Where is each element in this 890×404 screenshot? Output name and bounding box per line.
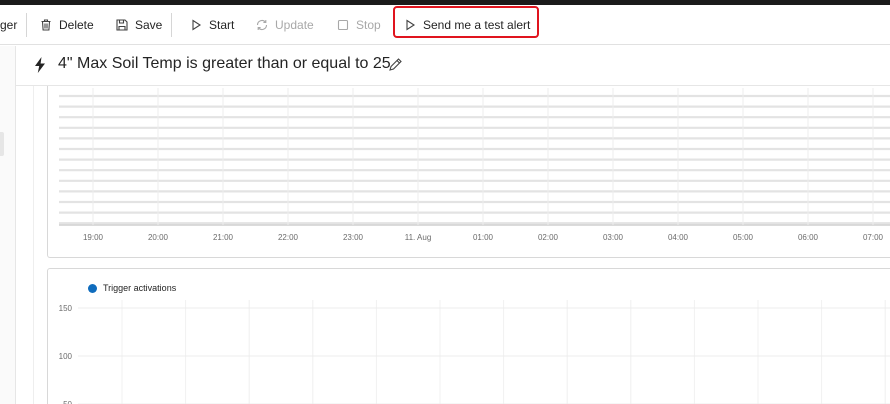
toolbar-separator (171, 13, 172, 37)
pencil-icon[interactable] (388, 57, 403, 72)
trigger-button[interactable]: ger (0, 5, 17, 45)
save-icon (116, 19, 128, 31)
save-label: Save (135, 18, 163, 32)
stop-button[interactable]: Stop (336, 5, 381, 45)
chart-legend[interactable]: Trigger activations (88, 283, 176, 293)
stop-icon (337, 19, 349, 31)
toolbar-separator (26, 13, 27, 37)
legend-dot (88, 283, 97, 293)
start-button[interactable]: Start (189, 5, 234, 45)
inner-rail (16, 46, 34, 404)
update-label: Update (275, 18, 314, 32)
play-icon (192, 19, 202, 31)
highlight-box (393, 6, 539, 38)
start-label: Start (209, 18, 235, 32)
page-title: 4" Max Soil Temp is greater than or equa… (58, 55, 391, 72)
legend-series-label: Trigger activations (103, 283, 177, 293)
stop-label: Stop (356, 18, 381, 32)
time-chart-card (47, 86, 890, 258)
lightning-icon (35, 57, 45, 73)
left-rail (0, 46, 16, 404)
trigger-label: ger (0, 18, 18, 32)
update-button[interactable]: Update (255, 5, 314, 45)
save-button[interactable]: Save (115, 5, 162, 45)
delete-button[interactable]: Delete (39, 5, 94, 45)
delete-label: Delete (59, 18, 94, 32)
collapse-handle[interactable] (0, 132, 4, 156)
title-bar: 4" Max Soil Temp is greater than or equa… (16, 46, 890, 86)
trash-icon (41, 19, 51, 31)
refresh-icon (256, 20, 268, 30)
